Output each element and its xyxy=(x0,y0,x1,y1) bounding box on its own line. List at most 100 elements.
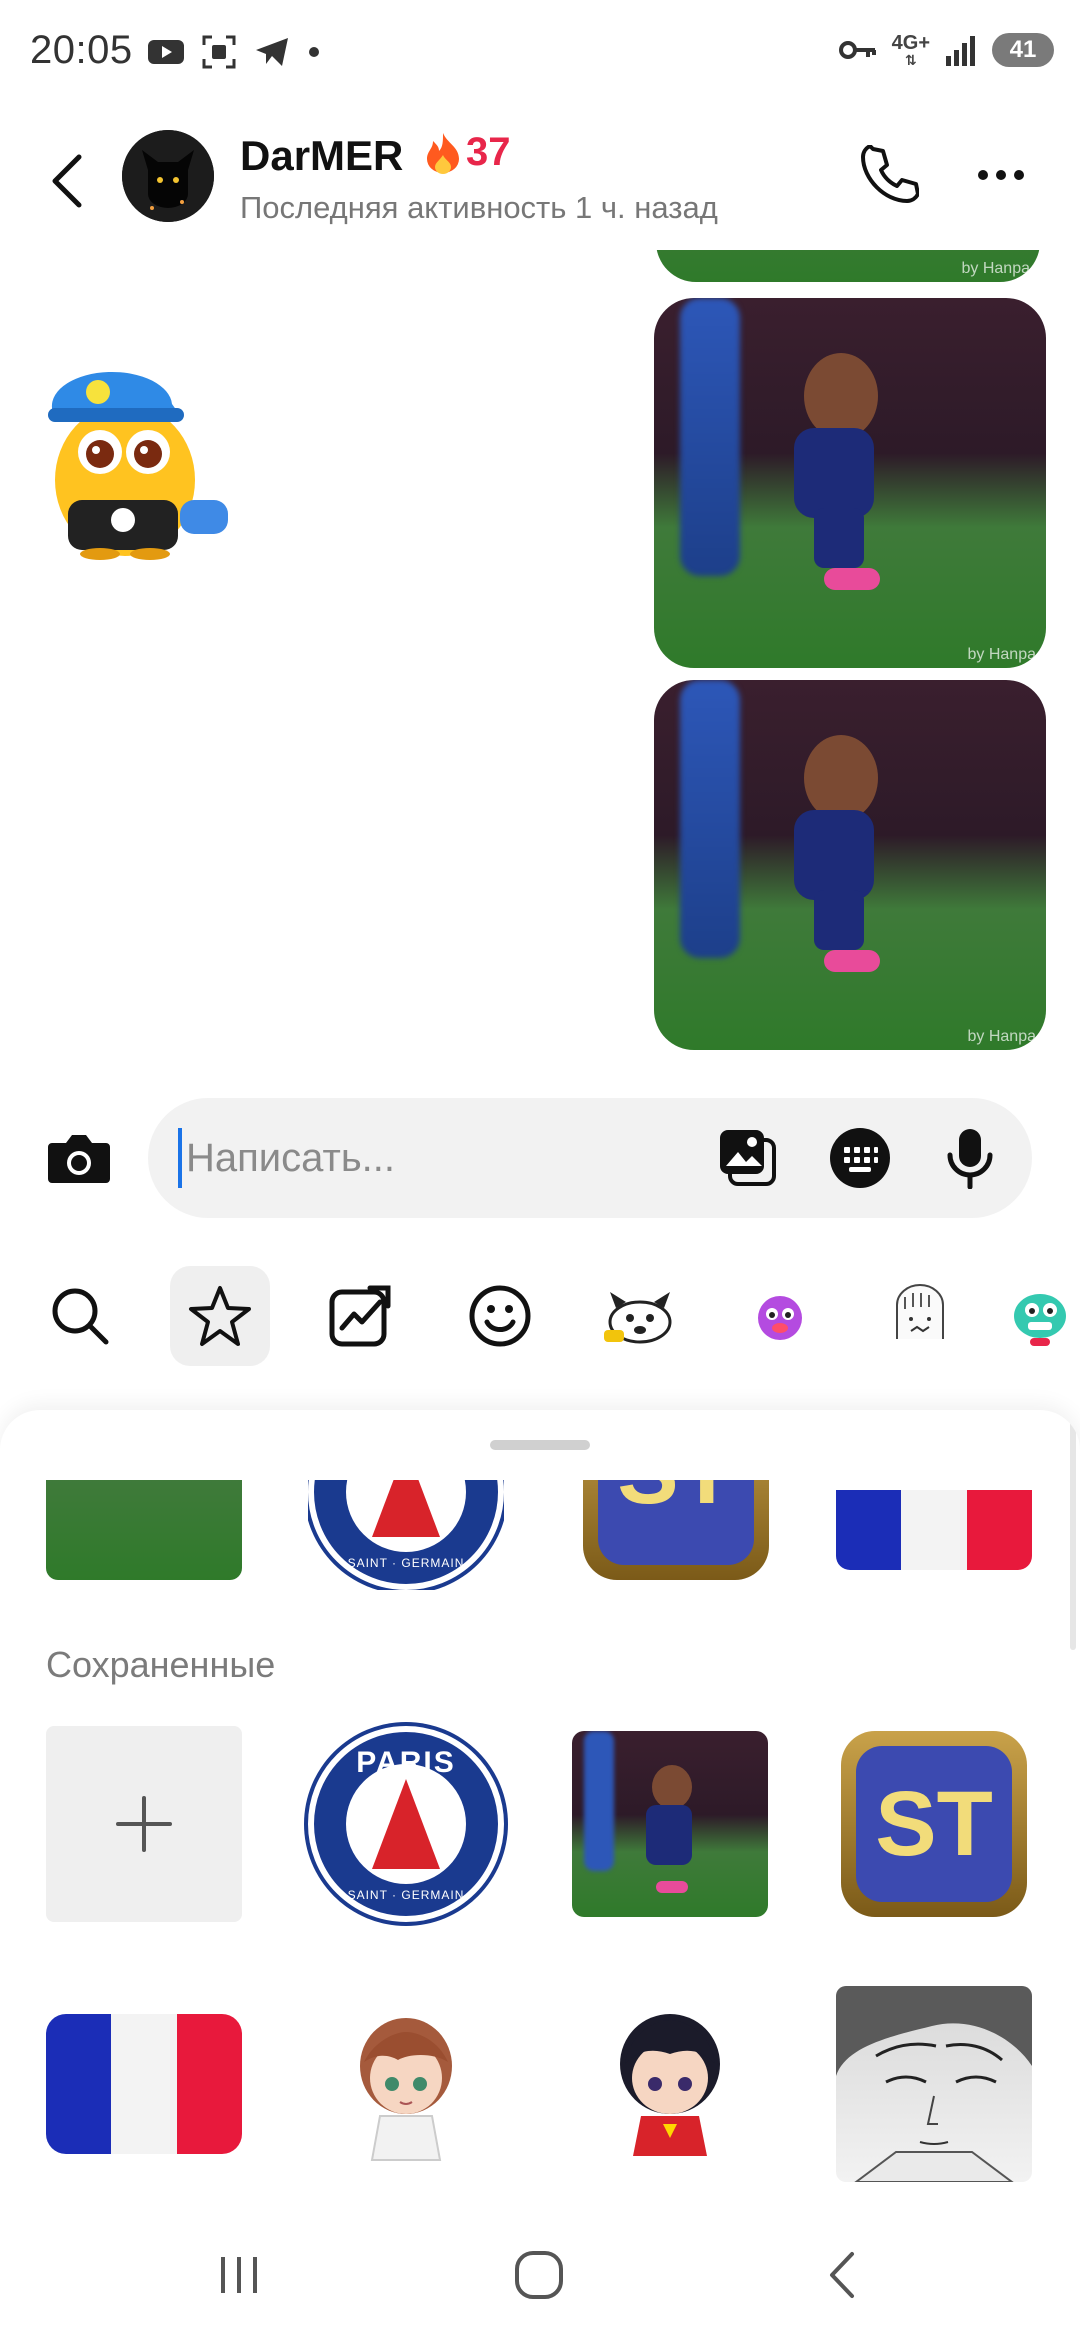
saved-section-title: Сохраненные xyxy=(46,1644,276,1685)
dog-sticker-icon xyxy=(604,1292,672,1344)
player-body xyxy=(794,810,874,900)
psg-logo-sticker: PARIS SAINT · GERMAIN xyxy=(308,1726,504,1922)
psg-tower xyxy=(372,1480,440,1537)
search-icon xyxy=(52,1288,109,1345)
tab-trending[interactable] xyxy=(310,1266,410,1366)
screen-record-icon xyxy=(202,35,236,69)
st-label: ST xyxy=(598,1480,754,1565)
sticker-item[interactable] xyxy=(572,1726,768,1922)
sticker-keyboard-button[interactable] xyxy=(828,1126,892,1190)
fire-icon xyxy=(427,132,459,174)
sticker-item[interactable] xyxy=(836,1480,1032,1570)
call-button[interactable] xyxy=(854,140,924,210)
recent-apps-icon xyxy=(221,2257,257,2293)
psg-logo-title: PARIS xyxy=(356,1746,456,1779)
sticker-message[interactable] xyxy=(30,330,240,560)
microphone-icon xyxy=(947,1129,993,1189)
player-shoe xyxy=(824,568,880,590)
gallery-button[interactable] xyxy=(716,1126,780,1190)
gallery-icon xyxy=(720,1130,776,1186)
scrollbar[interactable] xyxy=(1070,1420,1076,1650)
blurred-legs xyxy=(680,298,740,576)
sticker-item[interactable] xyxy=(308,1986,504,2182)
tab-sticker-pack-dog[interactable] xyxy=(590,1266,690,1366)
home-button[interactable] xyxy=(494,2240,584,2310)
st-badge-sticker: ST xyxy=(583,1480,769,1580)
phone-icon xyxy=(861,145,919,203)
status-bar: 20:05 4G+ ⇅ 41 xyxy=(0,0,1080,100)
youtube-icon xyxy=(148,40,184,64)
network-type: 4G+ ⇅ xyxy=(891,32,930,68)
photo-message[interactable]: by Hanpa xyxy=(656,250,1040,282)
chibi-dark-hair-sticker-icon xyxy=(620,2014,720,2156)
chat-username[interactable]: DarMER xyxy=(240,132,403,180)
message-list[interactable]: by Hanpa by Hanpa by Hanpa xyxy=(0,250,1080,1050)
avatar[interactable] xyxy=(122,130,214,222)
player-head xyxy=(804,353,878,439)
player-shoe xyxy=(824,950,880,972)
tab-sticker-pack-purple[interactable] xyxy=(730,1266,830,1366)
dot-icon xyxy=(978,170,988,180)
star-icon xyxy=(189,1286,251,1346)
smiley-icon xyxy=(469,1285,531,1347)
tab-favorites[interactable] xyxy=(170,1266,270,1366)
player-shoe xyxy=(656,1881,688,1893)
sticker-item[interactable]: ST xyxy=(578,1480,774,1580)
home-icon xyxy=(515,2251,563,2299)
tab-search[interactable] xyxy=(30,1266,130,1366)
nav-back-icon xyxy=(830,2252,854,2298)
cat-avatar-icon xyxy=(122,130,214,222)
france-flag-sticker xyxy=(836,1490,1032,1570)
sticker-item[interactable] xyxy=(46,1986,242,2182)
signal-icon xyxy=(946,36,975,66)
sticker-category-tabs xyxy=(0,1262,1080,1372)
photo-message[interactable]: by Hanpa xyxy=(654,298,1046,668)
tab-emoji[interactable] xyxy=(450,1266,550,1366)
drag-handle[interactable] xyxy=(490,1440,590,1450)
recent-apps-button[interactable] xyxy=(194,2240,284,2310)
nav-back-button[interactable] xyxy=(796,2240,886,2310)
green-monster-icon xyxy=(1014,1294,1066,1346)
battery-indicator: 41 xyxy=(992,33,1054,67)
streak-badge: 37 xyxy=(424,130,511,175)
st-label: ST xyxy=(856,1746,1012,1902)
camera-button[interactable] xyxy=(42,1122,116,1196)
player-legs xyxy=(814,508,864,568)
sticker-item[interactable]: PARIS SAINT · GERMAIN xyxy=(308,1726,504,1922)
status-right-icons: 4G+ ⇅ 41 xyxy=(838,28,1054,72)
player-body xyxy=(794,428,874,518)
sticker-item[interactable] xyxy=(46,1480,242,1580)
sticker-item[interactable]: ST xyxy=(836,1726,1032,1922)
manga-face-icon xyxy=(836,1986,1032,2182)
player-head xyxy=(804,735,878,821)
keyboard-icon xyxy=(830,1128,890,1188)
manga-character-sticker xyxy=(836,1986,1032,2182)
sticker-item[interactable] xyxy=(572,1986,768,2182)
network-label: 4G+ xyxy=(891,32,930,54)
psg-logo-inner xyxy=(346,1764,466,1884)
player-head xyxy=(652,1765,692,1809)
player-body xyxy=(646,1805,692,1865)
add-sticker-button[interactable] xyxy=(46,1726,242,1922)
status-left-icons xyxy=(148,30,320,74)
voice-message-button[interactable] xyxy=(938,1126,1002,1190)
message-composer xyxy=(148,1098,1032,1218)
tab-sticker-pack-green[interactable] xyxy=(1010,1266,1080,1366)
sticker-item[interactable]: SAINT · GERMAIN xyxy=(308,1480,504,1590)
vpn-key-icon xyxy=(838,41,876,59)
back-button[interactable] xyxy=(36,146,96,216)
sticker-item[interactable] xyxy=(836,1986,1032,2182)
photo-message[interactable]: by Hanpa xyxy=(654,680,1046,1050)
purple-monster-icon xyxy=(758,1296,802,1340)
photo-credit: by Hanpa xyxy=(961,260,1031,277)
system-nav-bar xyxy=(0,2210,1080,2340)
player-legs xyxy=(814,890,864,950)
more-options-button[interactable] xyxy=(966,140,1036,210)
tab-sticker-pack-sketch[interactable] xyxy=(870,1266,970,1366)
status-time: 20:05 xyxy=(30,28,133,72)
camera-icon xyxy=(48,1135,110,1183)
st-badge-sticker: ST xyxy=(841,1731,1027,1917)
psg-logo-subtitle: SAINT · GERMAIN xyxy=(347,1888,465,1902)
france-flag-sticker xyxy=(46,2014,242,2154)
message-input[interactable] xyxy=(178,1128,698,1188)
